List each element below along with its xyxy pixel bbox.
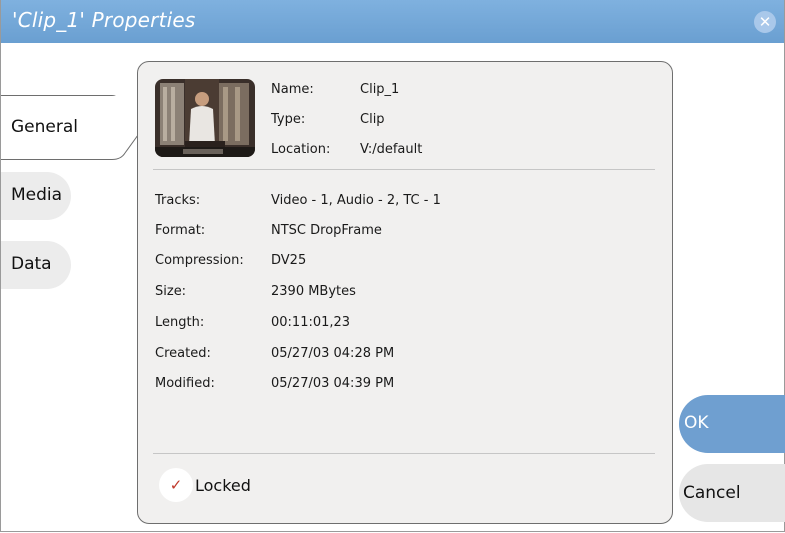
tab-data-label: Data: [11, 254, 52, 274]
tab-media[interactable]: Media: [1, 172, 71, 220]
modified-label: Modified:: [155, 376, 215, 391]
checkmark-icon: ✓: [169, 476, 183, 494]
tab-general-label: General: [11, 117, 78, 137]
compression-value: DV25: [271, 253, 307, 268]
title-bar: 'Clip_1' Properties ✕: [1, 0, 784, 43]
divider: [153, 169, 655, 170]
tab-media-label: Media: [11, 185, 63, 205]
ok-button-label: OK: [684, 413, 709, 433]
created-value: 05/27/03 04:28 PM: [271, 346, 395, 361]
name-label: Name:: [271, 82, 314, 97]
tracks-label: Tracks:: [155, 193, 201, 208]
size-value: 2390 MBytes: [271, 284, 356, 299]
close-icon[interactable]: ✕: [754, 11, 776, 33]
length-value: 00:11:01,23: [271, 315, 351, 330]
name-value: Clip_1: [360, 82, 400, 97]
tab-general[interactable]: General: [1, 95, 138, 160]
created-label: Created:: [155, 346, 211, 361]
properties-dialog: 'Clip_1' Properties ✕ General Media Data: [0, 0, 785, 532]
general-panel: Name: Clip_1 Type: Clip Location: V:/def…: [137, 61, 673, 524]
clip-thumbnail: [155, 79, 255, 157]
cancel-button-label: Cancel: [683, 483, 741, 503]
ok-button[interactable]: OK: [679, 395, 785, 453]
tracks-value: Video - 1, Audio - 2, TC - 1: [271, 193, 441, 208]
divider: [153, 453, 655, 454]
locked-label: Locked: [195, 476, 251, 495]
type-value: Clip: [360, 112, 385, 127]
location-label: Location:: [271, 142, 331, 157]
tab-data[interactable]: Data: [1, 241, 71, 289]
format-value: NTSC DropFrame: [271, 223, 382, 238]
size-label: Size:: [155, 284, 187, 299]
modified-value: 05/27/03 04:39 PM: [271, 376, 395, 391]
location-value: V:/default: [360, 142, 423, 157]
locked-checkbox[interactable]: ✓: [159, 468, 193, 502]
type-label: Type:: [271, 112, 306, 127]
length-label: Length:: [155, 315, 205, 330]
format-label: Format:: [155, 223, 206, 238]
dialog-title: 'Clip_1' Properties: [12, 8, 196, 32]
compression-label: Compression:: [155, 253, 244, 268]
cancel-button[interactable]: Cancel: [679, 464, 785, 522]
